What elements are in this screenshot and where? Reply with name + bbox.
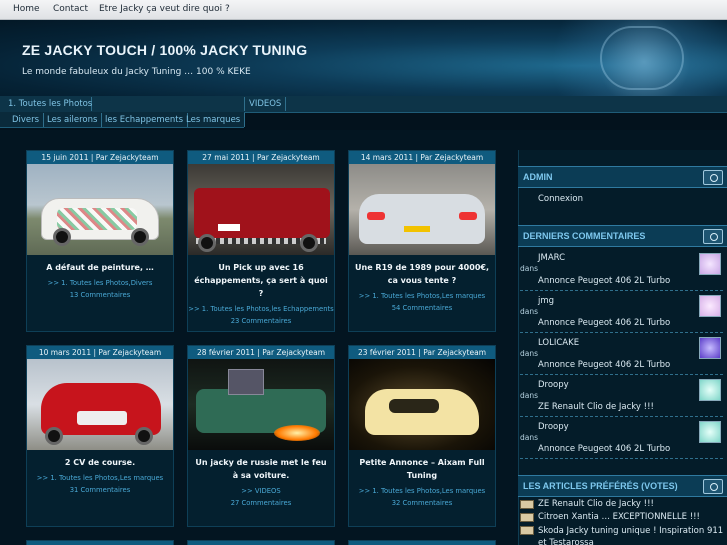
post-meta: 10 mars 2011 | Par Zejackyteam bbox=[27, 346, 173, 359]
camera-lens-decoration-icon bbox=[600, 26, 684, 90]
divider bbox=[520, 332, 723, 333]
comment-dans-label: dans bbox=[520, 307, 539, 316]
post-comments-link[interactable]: 13 Commentaires bbox=[27, 290, 173, 301]
site-tagline: Le monde fabuleux du Jacky Tuning … 100 … bbox=[22, 67, 251, 77]
nav-divers[interactable]: Divers bbox=[8, 113, 45, 127]
admin-heading: ADMIN bbox=[523, 172, 553, 182]
post-card[interactable]: 23 février 2011 | Par Zejackyteam Petite… bbox=[348, 345, 496, 527]
login-link[interactable]: Connexion bbox=[538, 194, 583, 204]
comment-post-link[interactable]: Annonce Peugeot 406 2L Turbo bbox=[538, 444, 670, 454]
post-comments-link[interactable]: 27 Commentaires bbox=[188, 498, 334, 509]
post-categories[interactable]: >> 1. Toutes les Photos,Les marques bbox=[27, 473, 173, 483]
nav-videos[interactable]: VIDEOS bbox=[244, 97, 287, 111]
post-meta: 27 mai 2011 | Par Zejackyteam bbox=[188, 151, 334, 164]
post-thumbnail[interactable] bbox=[27, 359, 173, 450]
nav-echappements[interactable]: les Echappements bbox=[101, 113, 189, 127]
divider bbox=[520, 416, 723, 417]
category-nav-primary: 1. Toutes les Photos VIDEOS bbox=[0, 96, 727, 113]
post-categories[interactable]: >> 1. Toutes les Photos,les Echappements bbox=[188, 304, 334, 314]
comment-dans-label: dans bbox=[520, 264, 539, 273]
camera-icon bbox=[703, 170, 723, 185]
post-categories[interactable]: >> VIDEOS bbox=[188, 486, 334, 496]
nav-home-link[interactable]: Home bbox=[13, 4, 40, 14]
post-title[interactable]: Un Pick up avec 16 échappements, ça sert… bbox=[188, 261, 334, 300]
comment-author[interactable]: Droopy bbox=[538, 380, 569, 390]
post-meta bbox=[349, 541, 495, 545]
post-comments-link[interactable]: 23 Commentaires bbox=[188, 316, 334, 327]
post-meta bbox=[27, 541, 173, 545]
nav-marques[interactable]: Les marques bbox=[182, 113, 246, 127]
comment-author[interactable]: LOLICAKE bbox=[538, 338, 579, 348]
comment-post-link[interactable]: ZE Renault Clio de Jacky !!! bbox=[538, 402, 654, 412]
comment-post-link[interactable]: Annonce Peugeot 406 2L Turbo bbox=[538, 276, 670, 286]
post-categories[interactable]: >> 1. Toutes les Photos,Les marques bbox=[349, 291, 495, 301]
post-comments-link[interactable]: 32 Commentaires bbox=[349, 498, 495, 509]
post-meta bbox=[188, 541, 334, 545]
comments-widget-header: DERNIERS COMMENTAIRES bbox=[518, 225, 727, 247]
post-categories[interactable]: >> 1. Toutes les Photos,Les marques bbox=[349, 486, 495, 496]
nav-all-photos[interactable]: 1. Toutes les Photos bbox=[4, 97, 92, 111]
nav-contact-link[interactable]: Contact bbox=[53, 4, 88, 14]
comment-post-link[interactable]: Annonce Peugeot 406 2L Turbo bbox=[538, 360, 670, 370]
post-card[interactable]: 15 juin 2011 | Par Zejackyteam A défaut … bbox=[26, 150, 174, 332]
post-card[interactable]: 10 mars 2011 | Par Zejackyteam 2 CV de c… bbox=[26, 345, 174, 527]
comment-dans-label: dans bbox=[520, 391, 539, 400]
post-card-partial[interactable] bbox=[26, 540, 174, 545]
comment-post-link[interactable]: Annonce Peugeot 406 2L Turbo bbox=[538, 318, 670, 328]
camera-icon bbox=[703, 479, 723, 494]
commenter-avatar bbox=[699, 379, 721, 401]
post-meta: 15 juin 2011 | Par Zejackyteam bbox=[27, 151, 173, 164]
post-card[interactable]: 27 mai 2011 | Par Zejackyteam Un Pick up… bbox=[187, 150, 335, 332]
post-thumbnail[interactable] bbox=[349, 359, 495, 450]
category-nav-secondary: Divers Les ailerons les Echappements Les… bbox=[0, 112, 246, 128]
post-thumbnail[interactable] bbox=[188, 359, 334, 450]
nav-ailerons[interactable]: Les ailerons bbox=[43, 113, 103, 127]
divider bbox=[520, 458, 723, 459]
favorites-heading: LES ARTICLES PRÉFÉRÉS (VOTES) bbox=[523, 481, 678, 491]
post-thumbnail[interactable] bbox=[349, 164, 495, 255]
post-card-partial[interactable] bbox=[187, 540, 335, 545]
commenter-avatar bbox=[699, 337, 721, 359]
post-thumbnail[interactable] bbox=[27, 164, 173, 255]
favorites-widget-header: LES ARTICLES PRÉFÉRÉS (VOTES) bbox=[518, 475, 727, 497]
post-title[interactable]: 2 CV de course. bbox=[27, 456, 173, 469]
site-title[interactable]: ZE JACKY TOUCH / 100% JACKY TUNING bbox=[22, 42, 307, 58]
favorite-article-link[interactable]: Skoda Jacky tuning unique ! Inspiration … bbox=[538, 525, 724, 545]
post-title[interactable]: Un jacky de russie met le feu à sa voitu… bbox=[188, 456, 334, 482]
article-thumbnail bbox=[520, 526, 534, 535]
post-comments-link[interactable]: 54 Commentaires bbox=[349, 303, 495, 314]
commenter-avatar bbox=[699, 253, 721, 275]
comment-author[interactable]: JMARC bbox=[538, 253, 565, 263]
divider bbox=[520, 374, 723, 375]
post-thumbnail[interactable] bbox=[188, 164, 334, 255]
comment-author[interactable]: jmg bbox=[538, 296, 554, 306]
nav-about-link[interactable]: Etre Jacky ça veut dire quoi ? bbox=[99, 4, 230, 14]
post-meta: 23 février 2011 | Par Zejackyteam bbox=[349, 346, 495, 359]
commenter-avatar bbox=[699, 421, 721, 443]
comment-author[interactable]: Droopy bbox=[538, 422, 569, 432]
post-meta: 14 mars 2011 | Par Zejackyteam bbox=[349, 151, 495, 164]
post-title[interactable]: Petite Annonce – Aixam Full Tuning bbox=[349, 456, 495, 482]
post-card[interactable]: 28 février 2011 | Par Zejackyteam Un jac… bbox=[187, 345, 335, 527]
comments-heading: DERNIERS COMMENTAIRES bbox=[523, 231, 646, 241]
camera-icon bbox=[703, 229, 723, 244]
post-card-partial[interactable] bbox=[348, 540, 496, 545]
post-title[interactable]: Une R19 de 1989 pour 4000€, ca vous tent… bbox=[349, 261, 495, 287]
admin-widget-header: ADMIN bbox=[518, 166, 727, 188]
favorite-article-link[interactable]: Citroen Xantia … EXCEPTIONNELLE !!! bbox=[538, 512, 700, 522]
post-comments-link[interactable]: 31 Commentaires bbox=[27, 485, 173, 496]
post-meta: 28 février 2011 | Par Zejackyteam bbox=[188, 346, 334, 359]
site-header: ZE JACKY TOUCH / 100% JACKY TUNING Le mo… bbox=[0, 20, 727, 96]
article-thumbnail bbox=[520, 513, 534, 522]
post-categories[interactable]: >> 1. Toutes les Photos,Divers bbox=[27, 278, 173, 288]
comment-dans-label: dans bbox=[520, 349, 539, 358]
comment-dans-label: dans bbox=[520, 433, 539, 442]
article-thumbnail bbox=[520, 500, 534, 509]
commenter-avatar bbox=[699, 295, 721, 317]
divider bbox=[520, 290, 723, 291]
post-card[interactable]: 14 mars 2011 | Par Zejackyteam Une R19 d… bbox=[348, 150, 496, 332]
post-title[interactable]: A défaut de peinture, … bbox=[27, 261, 173, 274]
top-navigation-bar: Home Contact Etre Jacky ça veut dire quo… bbox=[0, 0, 727, 20]
favorite-article-link[interactable]: ZE Renault Clio de Jacky !!! bbox=[538, 499, 654, 509]
